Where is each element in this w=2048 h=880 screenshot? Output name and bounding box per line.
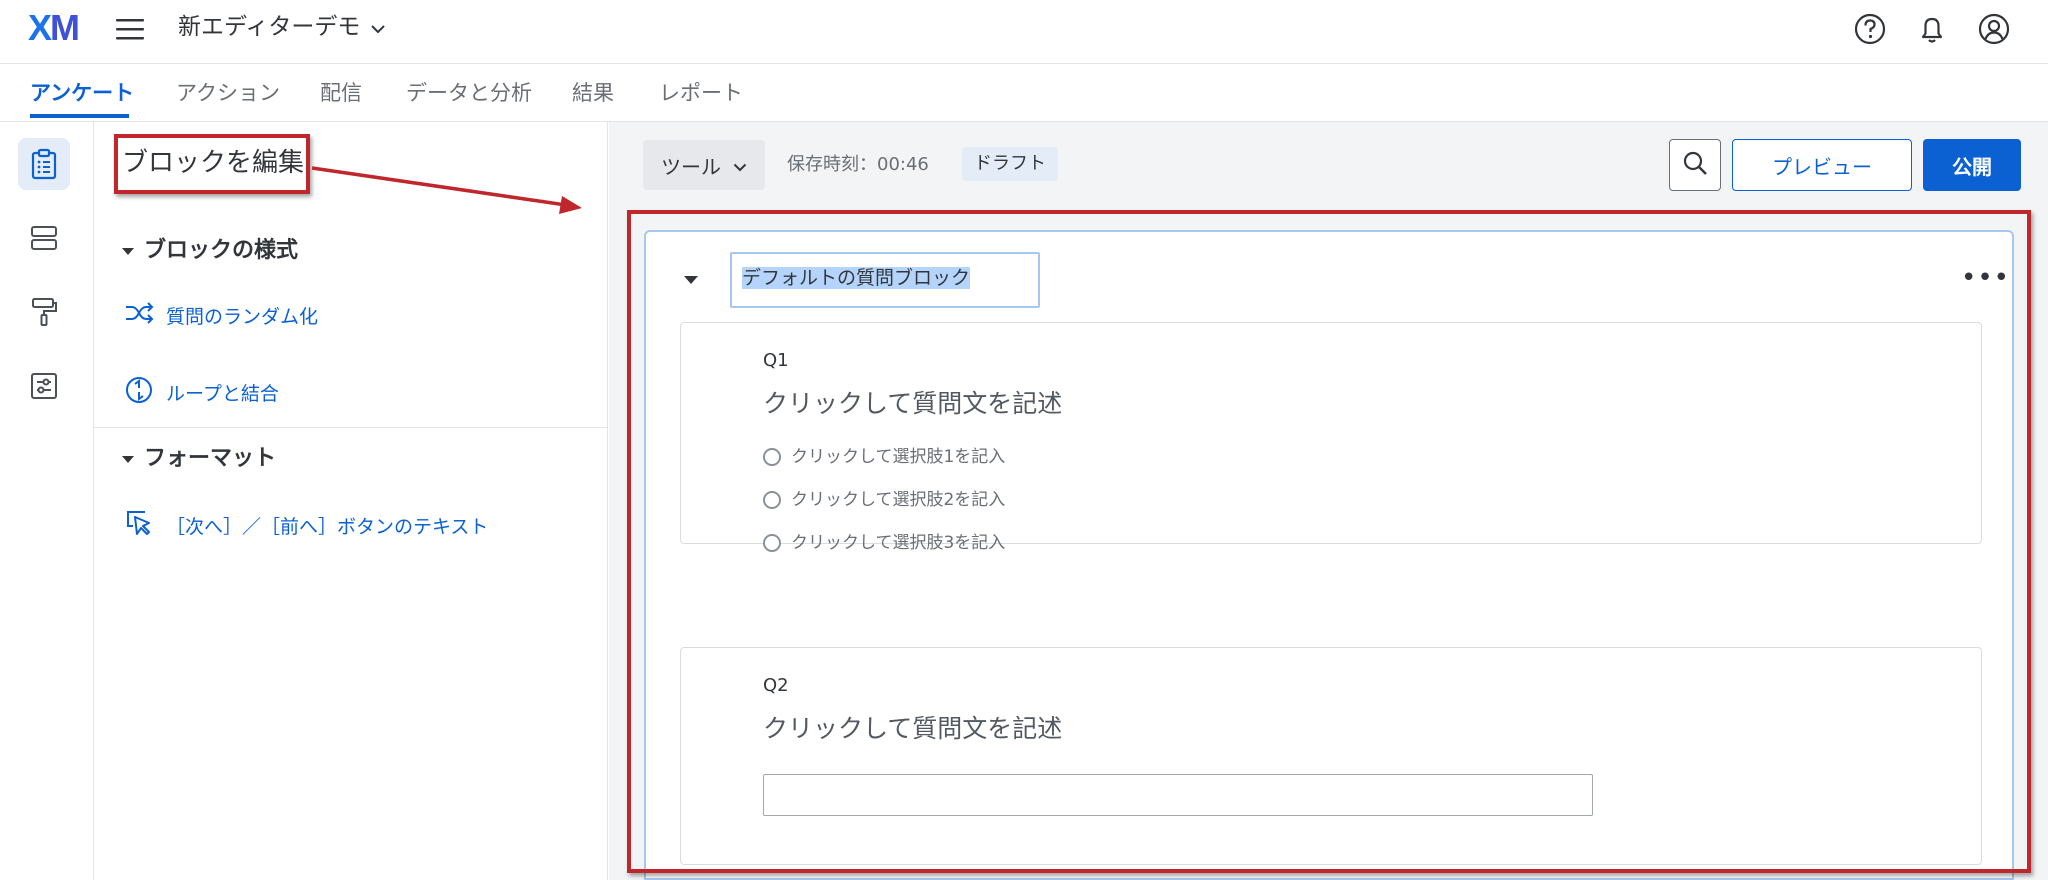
caret-down-icon — [122, 455, 134, 463]
panel-title: ブロックを編集 — [122, 148, 305, 178]
publish-button[interactable]: 公開 — [1923, 139, 2021, 191]
divider — [94, 427, 608, 428]
search-icon — [1681, 149, 1709, 181]
project-name: 新エディターデモ — [178, 14, 361, 40]
top-bar: XM 新エディターデモ — [0, 0, 2048, 64]
tools-button[interactable]: ツール — [643, 140, 765, 190]
shuffle-icon — [124, 301, 154, 333]
section-format[interactable]: フォーマット — [122, 444, 276, 474]
link-randomize-questions[interactable]: 質問のランダム化 — [124, 301, 318, 333]
tab-distributions[interactable]: 配信 — [320, 78, 362, 108]
link-label: ループと結合 — [166, 383, 279, 405]
chevron-down-icon — [733, 153, 747, 177]
tools-label: ツール — [661, 154, 721, 179]
search-button[interactable] — [1669, 139, 1721, 191]
tab-results[interactable]: 結果 — [572, 78, 614, 108]
preview-button[interactable]: プレビュー — [1732, 139, 1912, 191]
survey-icon[interactable] — [18, 138, 70, 190]
menu-icon[interactable] — [114, 16, 146, 42]
options-icon[interactable] — [18, 360, 70, 412]
main-nav-tabs: アンケート アクション 配信 データと分析 結果 レポート — [0, 64, 2048, 122]
survey-editor-canvas: ツール 保存時刻：00:46 ドラフト プレビュー 公開 デフォルトの質問ブロッ… — [609, 122, 2048, 880]
cursor-click-icon — [124, 508, 154, 546]
blocks-icon[interactable] — [18, 212, 70, 264]
link-button-text[interactable]: ［次へ］／［前へ］ボタンのテキスト — [124, 508, 488, 546]
status-badge: ドラフト — [962, 147, 1058, 181]
project-selector[interactable]: 新エディターデモ — [178, 12, 386, 42]
tab-actions[interactable]: アクション — [176, 78, 280, 108]
section-heading: ブロックの様式 — [144, 238, 299, 263]
saved-time: 保存時刻：00:46 — [787, 154, 929, 175]
edit-block-panel: ブロックを編集 ブロックの様式 質問のランダム化 ループと結合 フォーマット ［… — [94, 122, 608, 880]
link-label: ［次へ］／［前へ］ボタンのテキスト — [166, 516, 489, 538]
link-label: 質問のランダム化 — [166, 306, 319, 328]
caret-down-icon — [122, 247, 134, 255]
section-block-options[interactable]: ブロックの様式 — [122, 236, 298, 266]
bell-icon[interactable] — [1914, 11, 1950, 47]
active-tab-indicator — [30, 114, 129, 118]
tab-reports[interactable]: レポート — [659, 78, 743, 108]
section-heading: フォーマット — [144, 446, 277, 471]
link-loop-merge[interactable]: ループと結合 — [124, 375, 279, 413]
left-icon-rail — [0, 122, 94, 880]
style-icon[interactable] — [18, 286, 70, 338]
chevron-down-icon — [370, 12, 386, 42]
tab-data-analysis[interactable]: データと分析 — [406, 78, 532, 108]
user-icon[interactable] — [1976, 11, 2012, 47]
xm-logo[interactable]: XM — [28, 10, 80, 46]
tab-survey[interactable]: アンケート — [30, 78, 134, 108]
help-icon[interactable] — [1852, 11, 1888, 47]
loop-icon — [124, 375, 154, 413]
annotation-highlight-frame — [627, 210, 2031, 873]
